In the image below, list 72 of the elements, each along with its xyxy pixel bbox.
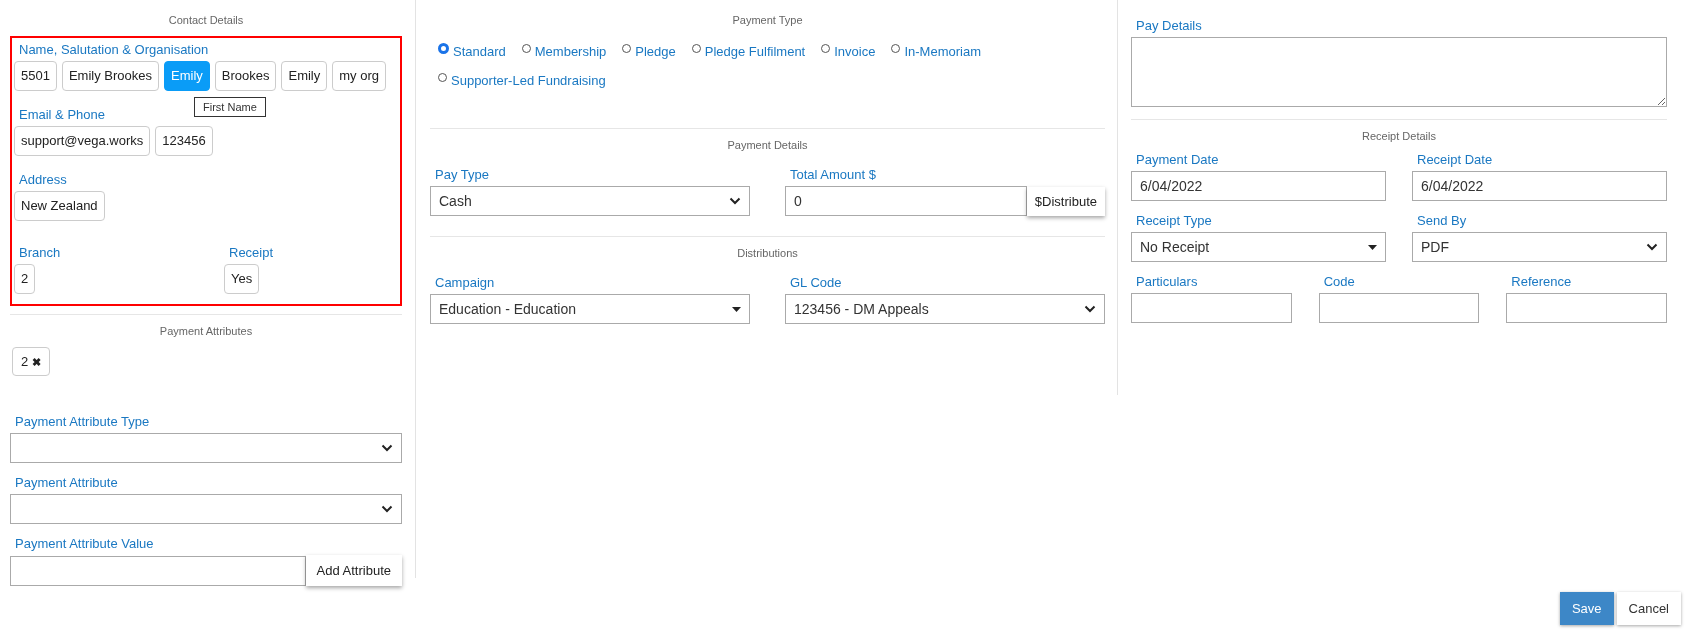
text-field[interactable]: [1131, 293, 1292, 323]
chevron-down-icon: [381, 505, 393, 513]
section-heading: Payment Attributes: [158, 325, 254, 337]
section-heading: Contact Details: [167, 14, 245, 26]
field-label: GL Code: [790, 275, 843, 290]
remove-icon[interactable]: ✖: [31, 356, 41, 368]
radio-option[interactable]: In-Memoriam: [891, 44, 981, 59]
value-chip[interactable]: Yes: [224, 264, 260, 294]
field-label: Pay Details: [1136, 18, 1203, 33]
select-field[interactable]: Education - Education: [430, 294, 750, 324]
add-attribute-button[interactable]: Add Attribute: [305, 555, 402, 586]
value-chip[interactable]: Emily Brookes: [61, 61, 159, 91]
field-label: Total Amount $: [790, 167, 877, 182]
save-button[interactable]: Save: [1559, 592, 1614, 625]
field-label: Reference: [1511, 274, 1573, 289]
text-field[interactable]: 6/04/2022: [1131, 171, 1386, 201]
amount-field[interactable]: 0: [785, 186, 1027, 216]
value-chip[interactable]: New Zealand: [14, 191, 105, 221]
caret-down-icon: [1368, 244, 1377, 250]
radio-option[interactable]: Membership: [521, 44, 607, 59]
field-label: Branch: [19, 245, 62, 260]
field-label: Particulars: [1136, 274, 1199, 289]
text-field[interactable]: 6/04/2022: [1412, 171, 1667, 201]
radio-option[interactable]: Invoice: [821, 44, 876, 59]
distribute-button[interactable]: $Distribute: [1026, 186, 1105, 216]
attribute-tag[interactable]: 2 ✖: [12, 347, 50, 376]
section-heading: Payment Details: [726, 139, 809, 151]
radio-option[interactable]: Pledge: [622, 44, 676, 59]
text-field[interactable]: [1506, 293, 1667, 323]
select-field[interactable]: PDF: [1412, 232, 1667, 262]
caret-down-icon: [732, 306, 741, 312]
field-label: Payment Date: [1136, 152, 1220, 167]
chevron-down-icon: [1084, 305, 1096, 313]
section-heading: Receipt Details: [1361, 130, 1437, 142]
value-chip[interactable]: Emily: [281, 61, 328, 91]
section-heading: Payment Type: [731, 14, 804, 26]
select-field[interactable]: 123456 - DM Appeals: [785, 294, 1105, 324]
select-field[interactable]: [10, 494, 402, 524]
value-chip[interactable]: Brookes: [214, 61, 277, 91]
field-label: Address: [19, 172, 68, 187]
cancel-button[interactable]: Cancel: [1616, 592, 1681, 625]
chevron-down-icon: [729, 197, 741, 205]
chevron-down-icon: [381, 444, 393, 452]
field-label: Receipt: [229, 245, 275, 260]
radio-button[interactable]: [438, 43, 449, 54]
field-label: Payment Attribute Value: [15, 536, 155, 551]
pay-details-field[interactable]: [1131, 37, 1667, 107]
field-label: Payment Attribute: [15, 475, 119, 490]
chevron-down-icon: [1646, 243, 1658, 251]
text-field[interactable]: [1318, 293, 1480, 323]
value-chip[interactable]: 5501: [14, 61, 57, 91]
text-field[interactable]: [10, 555, 306, 586]
field-label: Name, Salutation & Organisation: [19, 42, 210, 57]
field-label: Code: [1323, 274, 1356, 289]
radio-option[interactable]: Standard: [438, 44, 506, 59]
value-chip[interactable]: 123456: [155, 126, 213, 156]
section-heading: Distributions: [736, 247, 799, 259]
select-field[interactable]: No Receipt: [1131, 232, 1386, 262]
field-label: Receipt Date: [1417, 152, 1494, 167]
field-label: Receipt Type: [1136, 213, 1213, 228]
field-label: Send By: [1417, 213, 1468, 228]
value-chip[interactable]: support@vega.works: [14, 126, 151, 156]
radio-option[interactable]: Supporter-Led Fundraising: [438, 73, 1105, 88]
value-chip[interactable]: 2: [14, 264, 36, 294]
select-field[interactable]: Cash: [430, 186, 750, 216]
field-label: Campaign: [435, 275, 496, 290]
select-field[interactable]: [10, 433, 402, 463]
field-label: Pay Type: [435, 167, 490, 182]
tooltip: First Name: [194, 97, 266, 117]
value-chip[interactable]: my org: [332, 61, 386, 91]
field-label: Payment Attribute Type: [15, 414, 151, 429]
radio-option[interactable]: Pledge Fulfilment: [691, 44, 806, 59]
